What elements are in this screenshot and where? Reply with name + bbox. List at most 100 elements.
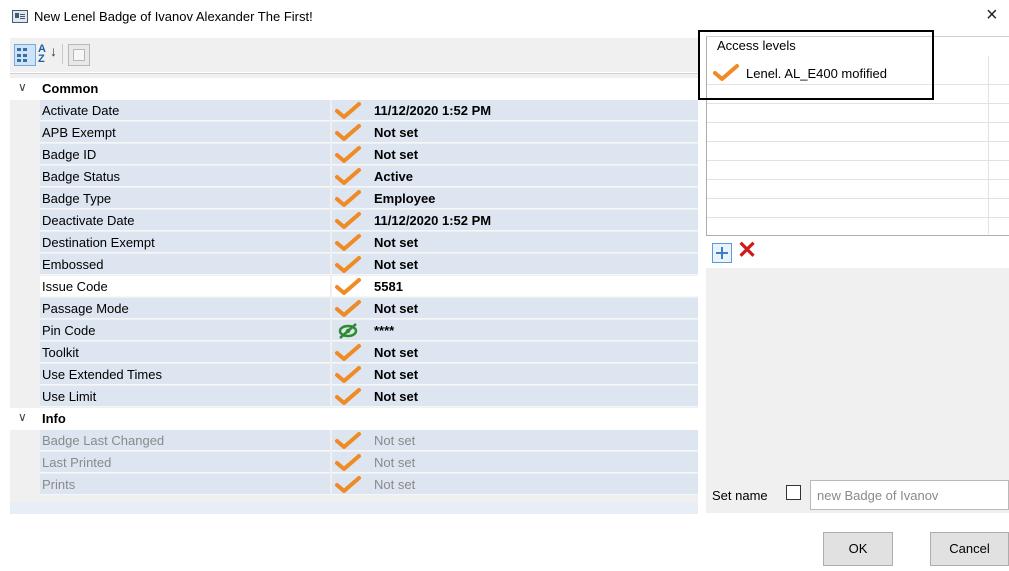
check-icon	[335, 124, 361, 141]
check-icon	[335, 476, 361, 493]
property-value-cell[interactable]: Not set	[332, 452, 698, 473]
check-icon	[335, 278, 361, 295]
property-value-cell[interactable]: Employee	[332, 188, 698, 209]
hidden-eye-icon	[338, 323, 358, 339]
property-row[interactable]: APB Exempt Not set	[10, 122, 698, 144]
property-value: Not set	[374, 367, 419, 382]
property-row[interactable]: Last Printed Not set	[10, 452, 698, 474]
property-value-cell[interactable]: ****	[332, 320, 698, 341]
property-value-cell[interactable]: Not set	[332, 430, 698, 451]
chevron-down-icon[interactable]: ∨	[18, 80, 27, 94]
set-name-label: Set name	[712, 488, 768, 503]
title-bar: New Lenel Badge of Ivanov Alexander The …	[0, 0, 1009, 34]
highlight-frame	[698, 30, 934, 100]
check-icon	[335, 300, 361, 317]
check-icon	[335, 256, 361, 273]
check-icon	[335, 388, 361, 405]
property-value-cell[interactable]: 11/12/2020 1:52 PM	[332, 210, 698, 231]
property-value-cell[interactable]: Not set	[332, 474, 698, 495]
category-common[interactable]: ∨ Common	[10, 78, 698, 100]
property-row[interactable]: Issue Code 5581	[10, 276, 698, 298]
delete-access-level-button[interactable]: ✕	[737, 239, 757, 263]
property-row[interactable]: Embossed Not set	[10, 254, 698, 276]
property-value-cell[interactable]: Active	[332, 166, 698, 187]
set-name-input[interactable]	[810, 480, 1009, 510]
list-row-line	[707, 103, 1009, 104]
list-row-line	[707, 179, 1009, 180]
property-value-cell[interactable]: Not set	[332, 122, 698, 143]
property-value: 11/12/2020 1:52 PM	[374, 103, 492, 118]
property-value: Not set	[374, 301, 419, 316]
property-value: Not set	[374, 389, 419, 404]
property-name: Deactivate Date	[40, 210, 330, 231]
property-row[interactable]: Use Extended Times Not set	[10, 364, 698, 386]
property-name: Badge Last Changed	[40, 430, 330, 451]
list-row-line	[707, 160, 1009, 161]
property-row[interactable]: Toolkit Not set	[10, 342, 698, 364]
check-icon	[335, 146, 361, 163]
property-row[interactable]: Prints Not set	[10, 474, 698, 496]
categorized-view-icon[interactable]	[14, 44, 36, 66]
property-name: Embossed	[40, 254, 330, 275]
property-value: Employee	[374, 191, 436, 206]
property-row[interactable]: Pin Code ****	[10, 320, 698, 342]
property-value: 5581	[374, 279, 403, 294]
property-value-cell[interactable]: Not set	[332, 298, 698, 319]
property-row[interactable]: Passage Mode Not set	[10, 298, 698, 320]
category-info[interactable]: ∨ Info	[10, 408, 698, 430]
property-value: Not set	[374, 257, 419, 272]
property-row[interactable]: Use Limit Not set	[10, 386, 698, 408]
chevron-down-icon[interactable]: ∨	[18, 410, 27, 424]
category-label: Info	[42, 411, 66, 426]
property-row[interactable]: Deactivate Date 11/12/2020 1:52 PM	[10, 210, 698, 232]
list-row-line	[707, 122, 1009, 123]
property-row[interactable]: Badge Type Employee	[10, 188, 698, 210]
window-title: New Lenel Badge of Ivanov Alexander The …	[34, 9, 313, 24]
property-row[interactable]: Activate Date 11/12/2020 1:52 PM	[10, 100, 698, 122]
badge-window-icon	[12, 10, 28, 23]
property-value-cell[interactable]: Not set	[332, 232, 698, 253]
property-value: 11/12/2020 1:52 PM	[374, 213, 492, 228]
property-row[interactable]: Badge Status Active	[10, 166, 698, 188]
property-pages-icon[interactable]	[68, 44, 90, 66]
check-icon	[335, 366, 361, 383]
property-name: Use Limit	[40, 386, 330, 407]
property-row[interactable]: Badge Last Changed Not set	[10, 430, 698, 452]
property-value-cell[interactable]: 11/12/2020 1:52 PM	[332, 100, 698, 121]
check-icon	[335, 344, 361, 361]
cancel-button[interactable]: Cancel	[930, 532, 1009, 566]
property-value: Not set	[374, 345, 419, 360]
property-name: APB Exempt	[40, 122, 330, 143]
property-value: Active	[374, 169, 414, 184]
property-name: Badge Type	[40, 188, 330, 209]
category-label: Common	[42, 81, 99, 96]
property-value: Not set	[374, 455, 416, 470]
property-name: Activate Date	[40, 100, 330, 121]
property-name: Pin Code	[40, 320, 330, 341]
check-icon	[335, 212, 361, 229]
property-name: Prints	[40, 474, 330, 495]
property-grid-footer	[10, 502, 698, 514]
property-value: ****	[374, 323, 395, 338]
right-pane-background	[706, 268, 1009, 513]
property-row[interactable]: Badge ID Not set	[10, 144, 698, 166]
property-row[interactable]: Destination Exempt Not set	[10, 232, 698, 254]
access-levels-column-divider	[988, 56, 989, 234]
property-value-cell[interactable]: Not set	[332, 144, 698, 165]
property-value-cell[interactable]: Not set	[332, 386, 698, 407]
add-access-level-button[interactable]	[712, 243, 732, 263]
property-name: Badge ID	[40, 144, 330, 165]
property-value: Not set	[374, 477, 416, 492]
ok-button[interactable]: OK	[823, 532, 893, 566]
close-icon[interactable]: ×	[986, 5, 998, 25]
property-value-cell[interactable]: Not set	[332, 342, 698, 363]
list-row-line	[707, 217, 1009, 218]
property-value-cell[interactable]: Not set	[332, 254, 698, 275]
property-value-cell[interactable]: 5581	[332, 276, 698, 297]
alphabetical-sort-icon[interactable]: A Z ↓	[38, 44, 58, 65]
property-value: Not set	[374, 433, 416, 448]
property-value-cell[interactable]: Not set	[332, 364, 698, 385]
set-name-checkbox[interactable]	[786, 485, 801, 500]
property-name: Issue Code	[40, 276, 330, 297]
property-value: Not set	[374, 125, 419, 140]
